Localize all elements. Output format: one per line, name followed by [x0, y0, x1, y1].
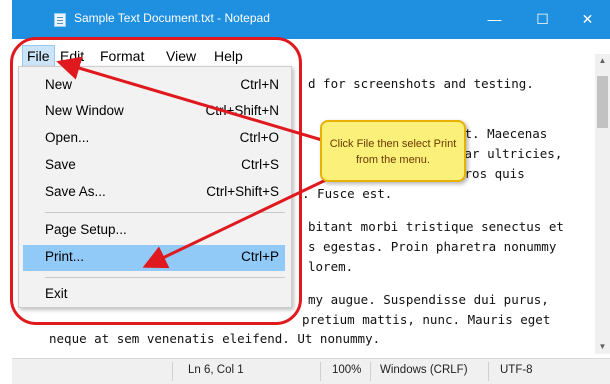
menu-item-shortcut: Ctrl+S: [241, 157, 279, 172]
status-bar: Ln 6, Col 1 100% Windows (CRLF) UTF-8: [12, 358, 610, 384]
menu-view[interactable]: View: [162, 46, 200, 66]
menu-item-label: New: [45, 77, 73, 92]
status-divider: [488, 362, 489, 381]
menu-item-label: Exit: [45, 286, 68, 301]
scroll-thumb[interactable]: [597, 76, 608, 128]
status-line-endings: Windows (CRLF): [380, 364, 468, 376]
menu-separator: [45, 212, 285, 213]
text-line: nar ultricies,: [457, 146, 563, 161]
status-divider: [320, 362, 321, 381]
text-line: bitant morbi tristique senectus et: [308, 219, 564, 234]
menu-item-label: Save As...: [45, 184, 106, 199]
menu-item-exit[interactable]: Exit: [23, 282, 285, 308]
text-line: eros quis: [457, 166, 525, 181]
menu-item-label: New Window: [45, 103, 124, 118]
text-line: . Fusce est.: [302, 186, 393, 201]
instruction-callout: Click File then select Print from the me…: [320, 120, 466, 182]
status-encoding: UTF-8: [500, 364, 533, 376]
status-divider: [172, 362, 173, 381]
menu-edit[interactable]: Edit: [56, 46, 88, 66]
menu-separator: [45, 277, 285, 278]
notepad-icon: [54, 13, 66, 27]
menu-item-new-window[interactable]: New Window Ctrl+Shift+N: [23, 99, 285, 125]
menu-item-shortcut: Ctrl+O: [239, 130, 279, 145]
menu-item-label: Save: [45, 157, 76, 172]
text-line: neque at sem venenatis eleifend. Ut nonu…: [49, 331, 381, 346]
menu-item-shortcut: Ctrl+N: [240, 77, 279, 92]
menu-item-label: Print...: [45, 249, 85, 264]
vertical-scrollbar[interactable]: ▲ ▼: [595, 54, 610, 354]
menu-item-print[interactable]: Print... Ctrl+P: [23, 245, 285, 271]
menu-item-shortcut: Ctrl+Shift+S: [206, 184, 279, 199]
text-line: pretium mattis, nunc. Mauris eget: [302, 312, 551, 327]
text-line: s egestas. Proin pharetra nonummy: [308, 239, 557, 254]
minimize-button[interactable]: —: [472, 0, 517, 39]
close-button[interactable]: ✕: [565, 0, 610, 39]
menu-item-open[interactable]: Open... Ctrl+O: [23, 126, 285, 152]
menu-item-label: Open...: [45, 130, 90, 145]
status-cursor-position: Ln 6, Col 1: [188, 364, 244, 376]
file-menu-dropdown: New Ctrl+N New Window Ctrl+Shift+N Open.…: [18, 66, 292, 308]
menu-item-shortcut: Ctrl+P: [241, 249, 279, 264]
menu-file[interactable]: File: [22, 45, 55, 67]
menu-item-save[interactable]: Save Ctrl+S: [23, 153, 285, 179]
menu-bar: File Edit Format View Help: [12, 43, 610, 67]
title-bar[interactable]: Sample Text Document.txt - Notepad — ☐ ✕: [12, 0, 610, 39]
menu-format[interactable]: Format: [96, 46, 148, 66]
menu-item-save-as[interactable]: Save As... Ctrl+Shift+S: [23, 180, 285, 206]
menu-item-shortcut: Ctrl+Shift+N: [205, 103, 279, 118]
menu-item-label: Page Setup...: [45, 222, 127, 237]
text-line: lorem.: [308, 259, 354, 274]
scroll-down-icon[interactable]: ▼: [595, 340, 610, 354]
maximize-button[interactable]: ☐: [520, 0, 565, 39]
scroll-up-icon[interactable]: ▲: [595, 54, 610, 68]
callout-text: Click File then select Print from the me…: [329, 138, 457, 166]
window-title: Sample Text Document.txt - Notepad: [74, 11, 270, 25]
text-line: d for screenshots and testing.: [308, 76, 534, 91]
menu-item-new[interactable]: New Ctrl+N: [23, 73, 285, 99]
menu-item-page-setup[interactable]: Page Setup...: [23, 218, 285, 244]
status-divider: [370, 362, 371, 381]
text-line: it. Maecenas: [457, 126, 548, 141]
status-zoom: 100%: [332, 364, 362, 376]
text-line: my augue. Suspendisse dui purus,: [308, 292, 549, 307]
menu-help[interactable]: Help: [210, 46, 247, 66]
